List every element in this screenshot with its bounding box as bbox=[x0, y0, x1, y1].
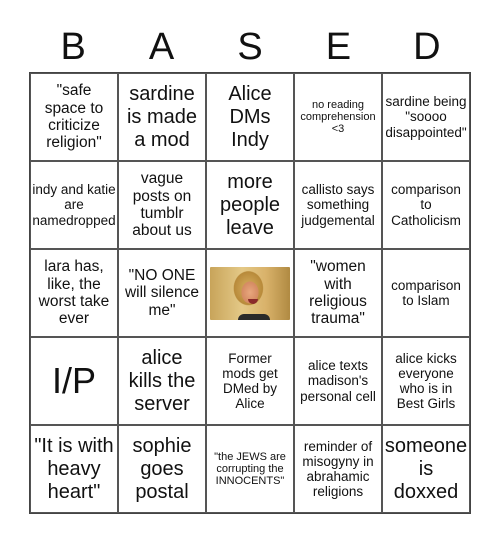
bingo-cell[interactable]: alice kicks everyone who is in Best Girl… bbox=[382, 337, 470, 425]
bingo-cell-text: reminder of misogyny in abrahamic religi… bbox=[302, 438, 374, 500]
bingo-cell[interactable]: no reading comprehension <3 bbox=[294, 73, 382, 161]
header-letter: S bbox=[237, 26, 263, 68]
bingo-cell-text: Alice DMs Indy bbox=[228, 82, 272, 151]
bingo-cell[interactable]: lara has, like, the worst take ever bbox=[30, 249, 118, 337]
bingo-cell[interactable]: I/P bbox=[30, 337, 118, 425]
bingo-cell-text: someone is doxxed bbox=[384, 434, 468, 503]
bingo-cell-text: lara has, like, the worst take ever bbox=[38, 258, 110, 328]
bingo-cell-text: callisto says something judgemental bbox=[301, 182, 375, 228]
bingo-cell[interactable]: vague posts on tumblr about us bbox=[118, 161, 206, 249]
bingo-cell[interactable]: alice texts madison's personal cell bbox=[294, 337, 382, 425]
header-letter: A bbox=[148, 26, 175, 68]
bingo-cell[interactable]: sardine being "soooo disappointed" bbox=[382, 73, 470, 161]
photo-detail bbox=[248, 298, 258, 304]
bingo-cell-text: alice kills the server bbox=[128, 346, 196, 415]
bingo-cell-text: "the JEWS are corrupting the INNOCENTS" bbox=[214, 450, 286, 488]
bingo-cell-text: sardine being "soooo disappointed" bbox=[385, 94, 467, 140]
bingo-cell-text: "women with religious trauma" bbox=[309, 258, 367, 328]
bingo-cell[interactable]: "women with religious trauma" bbox=[294, 249, 382, 337]
bingo-cell-text: comparison to Catholicism bbox=[391, 182, 461, 228]
bingo-cell-text: more people leave bbox=[219, 170, 281, 239]
header-letter: D bbox=[413, 26, 441, 68]
bingo-cell[interactable]: Alice DMs Indy bbox=[206, 73, 294, 161]
free-space-cell[interactable] bbox=[206, 249, 294, 337]
bingo-cell-text: indy and katie are namedropped bbox=[32, 182, 116, 228]
bingo-cell[interactable]: callisto says something judgemental bbox=[294, 161, 382, 249]
bingo-cell-text: no reading comprehension <3 bbox=[300, 98, 376, 136]
bingo-cell[interactable]: Former mods get DMed by Alice bbox=[206, 337, 294, 425]
bingo-cell[interactable]: "It is with heavy heart" bbox=[30, 425, 118, 513]
bingo-cell[interactable]: reminder of misogyny in abrahamic religi… bbox=[294, 425, 382, 513]
bingo-cell[interactable]: someone is doxxed bbox=[382, 425, 470, 513]
crying-person-photo bbox=[210, 266, 290, 320]
bingo-cell[interactable]: more people leave bbox=[206, 161, 294, 249]
photo-detail bbox=[238, 313, 270, 320]
bingo-cell[interactable]: sardine is made a mod bbox=[118, 73, 206, 161]
bingo-cell-text: vague posts on tumblr about us bbox=[132, 170, 192, 240]
bingo-cell-text: "NO ONE will silence me" bbox=[124, 266, 200, 319]
header-letter: E bbox=[325, 26, 352, 68]
bingo-cell[interactable]: "NO ONE will silence me" bbox=[118, 249, 206, 337]
bingo-cell-text: I/P bbox=[51, 359, 96, 401]
bingo-cell-text: sophie goes postal bbox=[132, 434, 192, 503]
bingo-cell-text: comparison to Islam bbox=[391, 277, 461, 308]
bingo-cell[interactable]: comparison to Catholicism bbox=[382, 161, 470, 249]
bingo-cell[interactable]: "safe space to criticize religion" bbox=[30, 73, 118, 161]
bingo-cell[interactable]: indy and katie are namedropped bbox=[30, 161, 118, 249]
bingo-cell[interactable]: alice kills the server bbox=[118, 337, 206, 425]
bingo-header: BASED bbox=[29, 24, 471, 70]
bingo-board: "safe space to criticize religion" sardin… bbox=[29, 72, 471, 514]
bingo-cell-text: alice kicks everyone who is in Best Girl… bbox=[395, 350, 457, 412]
bingo-cell-text: "safe space to criticize religion" bbox=[44, 82, 104, 152]
bingo-cell-text: "It is with heavy heart" bbox=[34, 434, 114, 503]
bingo-cell[interactable]: comparison to Islam bbox=[382, 249, 470, 337]
bingo-cell[interactable]: "the JEWS are corrupting the INNOCENTS" bbox=[206, 425, 294, 513]
bingo-cell[interactable]: sophie goes postal bbox=[118, 425, 206, 513]
bingo-cell-text: sardine is made a mod bbox=[126, 82, 198, 151]
bingo-cell-text: Former mods get DMed by Alice bbox=[222, 350, 278, 412]
header-letter: B bbox=[60, 26, 86, 68]
bingo-cell-text: alice texts madison's personal cell bbox=[300, 358, 376, 404]
